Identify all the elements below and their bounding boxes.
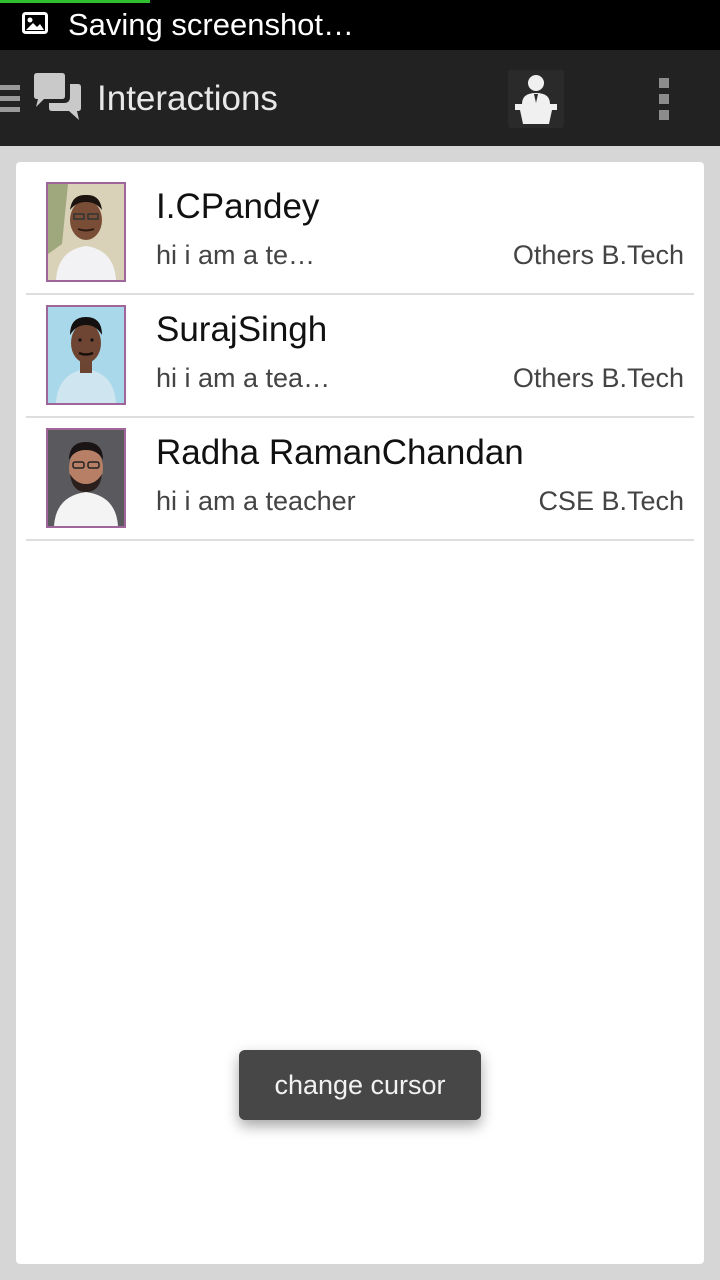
avatar [46, 305, 126, 405]
teacher-button[interactable] [508, 70, 564, 128]
avatar [46, 428, 126, 528]
picture-icon [22, 12, 48, 34]
overflow-menu-icon[interactable] [642, 72, 686, 128]
list-item[interactable]: SurajSingh hi i am a tea… Others B.Tech [26, 295, 694, 418]
screenshot-progress-bar [0, 0, 150, 3]
contact-name: I.CPandey [156, 187, 320, 226]
toast-message: change cursor [239, 1050, 481, 1120]
contact-department: CSE B.Tech [538, 486, 684, 516]
list-item[interactable]: I.CPandey hi i am a te… Others B.Tech [26, 172, 694, 295]
contact-message: hi i am a tea… [156, 363, 331, 393]
contact-name: SurajSingh [156, 310, 328, 349]
page-title: Interactions [97, 79, 278, 118]
list-item[interactable]: Radha RamanChandan hi i am a teacher CSE… [26, 418, 694, 541]
teacher-podium-icon [515, 75, 557, 124]
status-notification-text: Saving screenshot… [68, 7, 355, 42]
contact-message: hi i am a teacher [156, 486, 356, 516]
contact-message: hi i am a te… [156, 240, 316, 270]
chat-bubbles-icon[interactable] [32, 72, 84, 122]
contact-department: Others B.Tech [512, 363, 684, 393]
contact-department: Others B.Tech [512, 240, 684, 270]
contact-name: Radha RamanChandan [156, 433, 524, 472]
hamburger-icon[interactable] [0, 85, 20, 113]
status-bar: Saving screenshot… [0, 0, 720, 50]
contact-list: I.CPandey hi i am a te… Others B.Tech Su… [26, 172, 694, 541]
action-bar: Interactions [0, 50, 720, 146]
avatar [46, 182, 126, 282]
